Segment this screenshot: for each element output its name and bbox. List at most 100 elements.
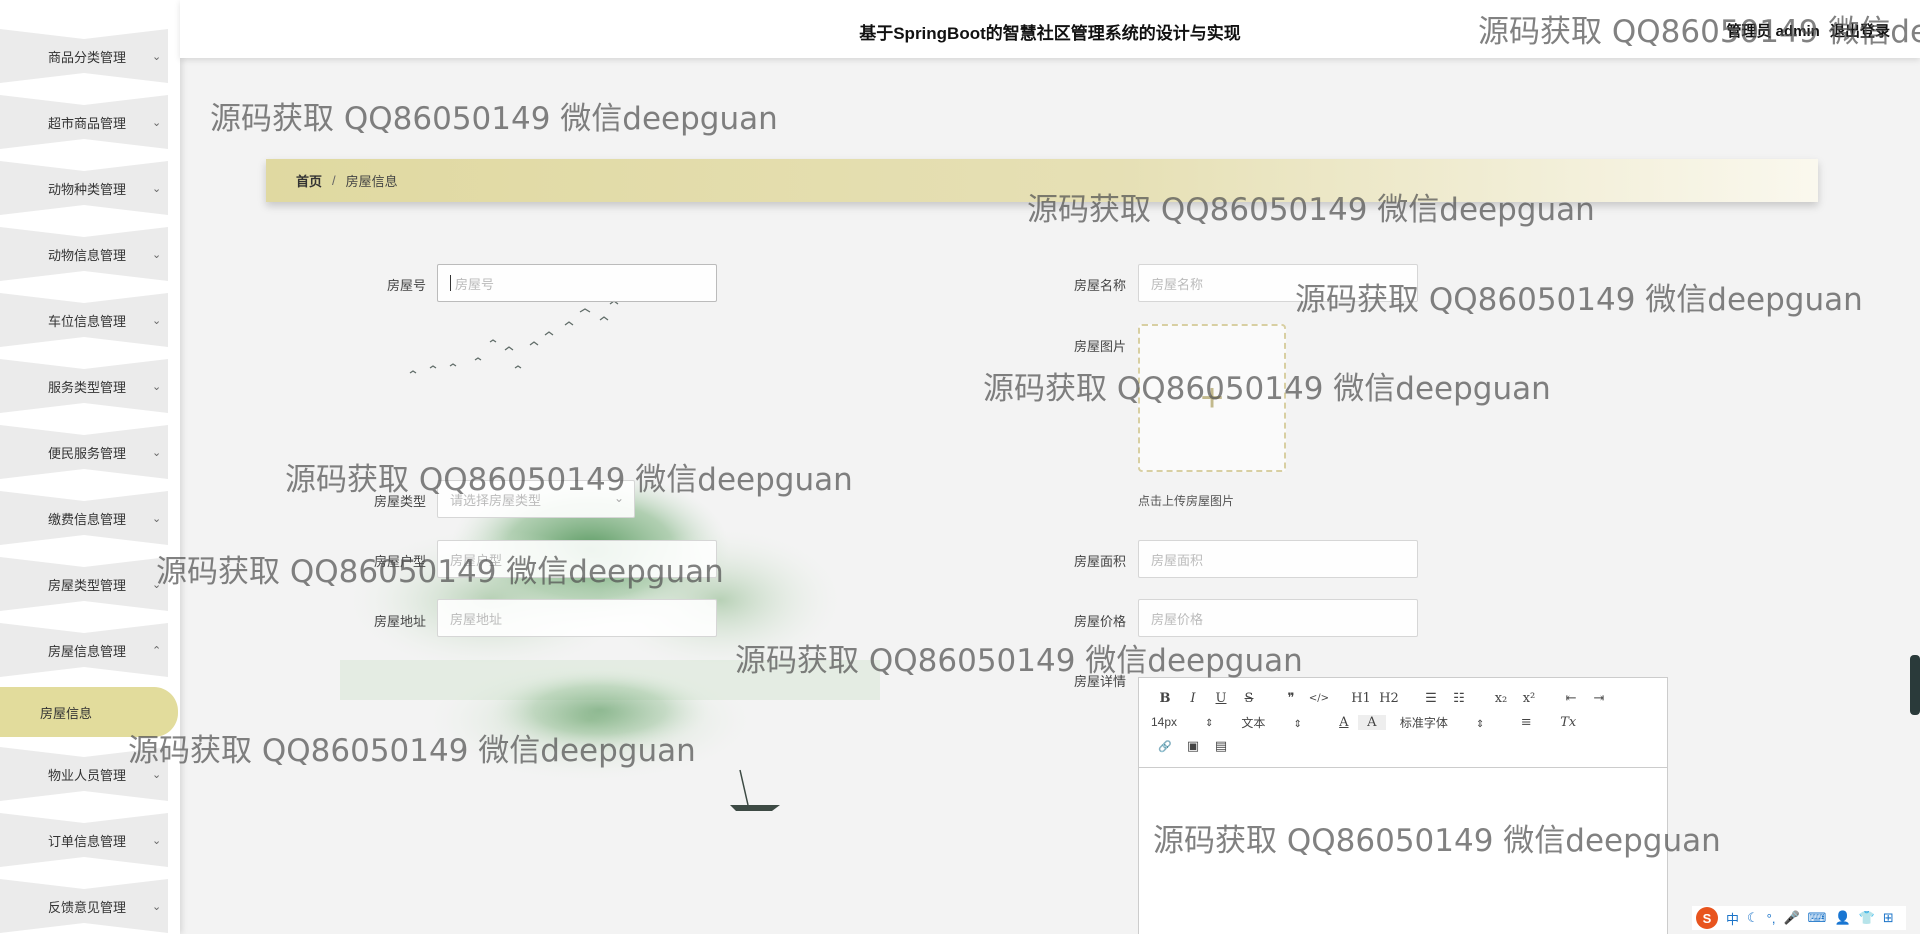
house-area-label: 房屋面积 <box>1073 554 1126 569</box>
house-image-upload[interactable]: + <box>1138 324 1286 472</box>
superscript-icon[interactable]: x² <box>1515 691 1543 706</box>
house-address-label: 房屋地址 <box>373 614 426 629</box>
house-price-label: 房屋价格 <box>1073 614 1126 629</box>
sidebar-item-payment[interactable]: 缴费信息管理 ⌄ <box>0 485 180 551</box>
chevron-down-icon: ⌄ <box>152 900 162 913</box>
microphone-icon[interactable]: 🎤 <box>1783 910 1799 926</box>
house-address-placeholder: 房屋地址 <box>450 611 503 627</box>
sidebar-item-product-category[interactable]: 商品分类管理 ⌄ <box>0 23 180 89</box>
breadcrumb-separator: / <box>332 173 336 188</box>
house-type-select[interactable]: 请选择房屋类型 ⌄ <box>437 480 635 518</box>
subscript-icon[interactable]: x₂ <box>1487 691 1515 706</box>
sidebar-item-label: 缴费信息管理 <box>48 511 127 527</box>
house-detail-editor[interactable]: B I U S ❞ </> H1 H2 ☰ ☷ x₂ x² ⇤ ⇥ 14px ⇕ … <box>1138 677 1668 934</box>
indent-icon[interactable]: ⇥ <box>1585 691 1613 706</box>
blockquote-icon[interactable]: ❞ <box>1277 691 1305 706</box>
clear-format-icon[interactable]: Tx <box>1554 715 1582 730</box>
background-color-icon[interactable]: A <box>1357 714 1386 730</box>
page-title: 基于SpringBoot的智慧社区管理系统的设计与实现 <box>859 24 1241 43</box>
watermark: 源码获取 QQ86050149 微信deepguan <box>210 101 778 137</box>
sidebar-item-label: 服务类型管理 <box>48 379 127 395</box>
chevron-down-icon: ⌄ <box>152 116 162 129</box>
underline-icon[interactable]: U <box>1207 691 1235 706</box>
strikethrough-icon[interactable]: S <box>1235 691 1263 706</box>
house-area-input[interactable]: 房屋面积 <box>1138 540 1418 578</box>
sidebar-item-animal-species[interactable]: 动物种类管理 ⌄ <box>0 155 180 221</box>
sidebar-item-label: 车位信息管理 <box>48 313 127 329</box>
punctuation-icon[interactable]: °, <box>1767 911 1776 926</box>
video-icon[interactable]: ▤ <box>1207 739 1235 754</box>
sidebar-item-house-type[interactable]: 房屋类型管理 ⌄ <box>0 551 180 617</box>
heading2-icon[interactable]: H2 <box>1375 691 1403 706</box>
house-address-input[interactable]: 房屋地址 <box>437 599 717 637</box>
bullet-list-icon[interactable]: ☷ <box>1445 691 1473 706</box>
logout-link[interactable]: 退出登录 <box>1830 23 1890 40</box>
house-type-label: 房屋类型 <box>373 494 426 509</box>
sidebar-item-label: 反馈意见管理 <box>48 899 127 915</box>
chevron-down-icon: ⌄ <box>152 380 162 393</box>
editor-toolbar-row: B I U S ❞ </> H1 H2 ☰ ☷ x₂ x² ⇤ ⇥ <box>1151 686 1655 710</box>
sidebar-item-house-info[interactable]: 房屋信息管理 ⌃ <box>0 617 180 683</box>
ime-mode-icon[interactable]: 中 <box>1726 909 1739 928</box>
house-no-input[interactable]: 房屋号 <box>437 264 717 302</box>
scrollbar-handle[interactable] <box>1910 655 1920 715</box>
sidebar-item-supermarket-goods[interactable]: 超市商品管理 ⌄ <box>0 89 180 155</box>
align-icon[interactable]: ≡ <box>1512 715 1540 730</box>
block-type-select[interactable]: 文本 ⇕ <box>1241 714 1301 731</box>
birds-decoration <box>409 300 619 374</box>
code-block-icon[interactable]: </> <box>1305 693 1333 704</box>
keyboard-icon[interactable]: ⌨ <box>1808 910 1827 926</box>
sidebar-item-label: 房屋类型管理 <box>48 577 127 593</box>
font-family-select[interactable]: 标准字体 ⇕ <box>1400 714 1484 731</box>
outdent-icon[interactable]: ⇤ <box>1557 691 1585 706</box>
sidebar-item-service-type[interactable]: 服务类型管理 ⌄ <box>0 353 180 419</box>
house-layout-input[interactable]: 房屋户型 <box>437 540 717 578</box>
sidebar-item-label: 房屋信息管理 <box>48 643 127 659</box>
sidebar-subitem-house-info[interactable]: 房屋信息 <box>0 687 178 737</box>
chevron-down-icon: ⌄ <box>152 182 162 195</box>
landscape-background-image <box>340 480 880 811</box>
sidebar-item-convenience-service[interactable]: 便民服务管理 ⌄ <box>0 419 180 485</box>
house-name-label: 房屋名称 <box>1073 278 1126 293</box>
shirt-icon[interactable]: 👕 <box>1859 910 1875 926</box>
breadcrumb-current: 房屋信息 <box>345 174 398 189</box>
grid-icon[interactable]: ⊞ <box>1883 910 1894 926</box>
font-color-icon[interactable]: A <box>1330 715 1358 730</box>
house-price-input[interactable]: 房屋价格 <box>1138 599 1418 637</box>
house-price-placeholder: 房屋价格 <box>1151 611 1204 627</box>
sidebar-subitem-label: 房屋信息 <box>40 705 93 721</box>
sidebar-item-label: 商品分类管理 <box>48 49 127 65</box>
sidebar-item-parking[interactable]: 车位信息管理 ⌄ <box>0 287 180 353</box>
ime-toolbar: S 中 ☾ °, 🎤 ⌨ 👤 👕 ⊞ <box>1692 906 1906 930</box>
sidebar-item-order[interactable]: 订单信息管理 ⌄ <box>0 807 180 873</box>
sidebar-item-label: 动物种类管理 <box>48 181 127 197</box>
user-icon[interactable]: 👤 <box>1834 910 1850 926</box>
italic-icon[interactable]: I <box>1179 691 1207 706</box>
sidebar-item-animal-info[interactable]: 动物信息管理 ⌄ <box>0 221 180 287</box>
heading1-icon[interactable]: H1 <box>1347 691 1375 706</box>
sogou-logo-icon[interactable]: S <box>1696 907 1718 929</box>
ordered-list-icon[interactable]: ☰ <box>1417 691 1445 706</box>
house-name-input[interactable]: 房屋名称 <box>1138 264 1418 302</box>
sidebar-item-feedback[interactable]: 反馈意见管理 ⌄ <box>0 873 180 934</box>
user-label: 管理员 admin <box>1726 23 1820 40</box>
link-icon[interactable]: 🔗 <box>1151 740 1179 753</box>
editor-toolbar: B I U S ❞ </> H1 H2 ☰ ☷ x₂ x² ⇤ ⇥ 14px ⇕ … <box>1139 678 1667 768</box>
editor-toolbar-row: 14px ⇕ 文本 ⇕ A A 标准字体 ⇕ ≡ Tx <box>1151 710 1655 734</box>
bold-icon[interactable]: B <box>1151 691 1179 706</box>
sidebar-item-label: 物业人员管理 <box>48 767 127 783</box>
sidebar-item-label: 超市商品管理 <box>48 115 127 131</box>
sidebar-item-property-staff[interactable]: 物业人员管理 ⌄ <box>0 741 180 807</box>
house-layout-label: 房屋户型 <box>373 554 426 569</box>
chevron-down-icon: ⌄ <box>152 50 162 63</box>
font-size-select[interactable]: 14px ⇕ <box>1151 715 1213 729</box>
chevron-down-icon: ⌄ <box>152 768 162 781</box>
chevron-down-icon: ⌄ <box>613 491 624 505</box>
house-layout-placeholder: 房屋户型 <box>450 552 503 568</box>
breadcrumb-home[interactable]: 首页 <box>296 171 322 190</box>
editor-toolbar-row: 🔗 ▣ ▤ <box>1151 734 1655 758</box>
sidebar-item-label: 订单信息管理 <box>48 833 127 849</box>
moon-icon[interactable]: ☾ <box>1747 910 1759 926</box>
editor-content-area[interactable] <box>1139 768 1667 934</box>
image-icon[interactable]: ▣ <box>1179 739 1207 754</box>
